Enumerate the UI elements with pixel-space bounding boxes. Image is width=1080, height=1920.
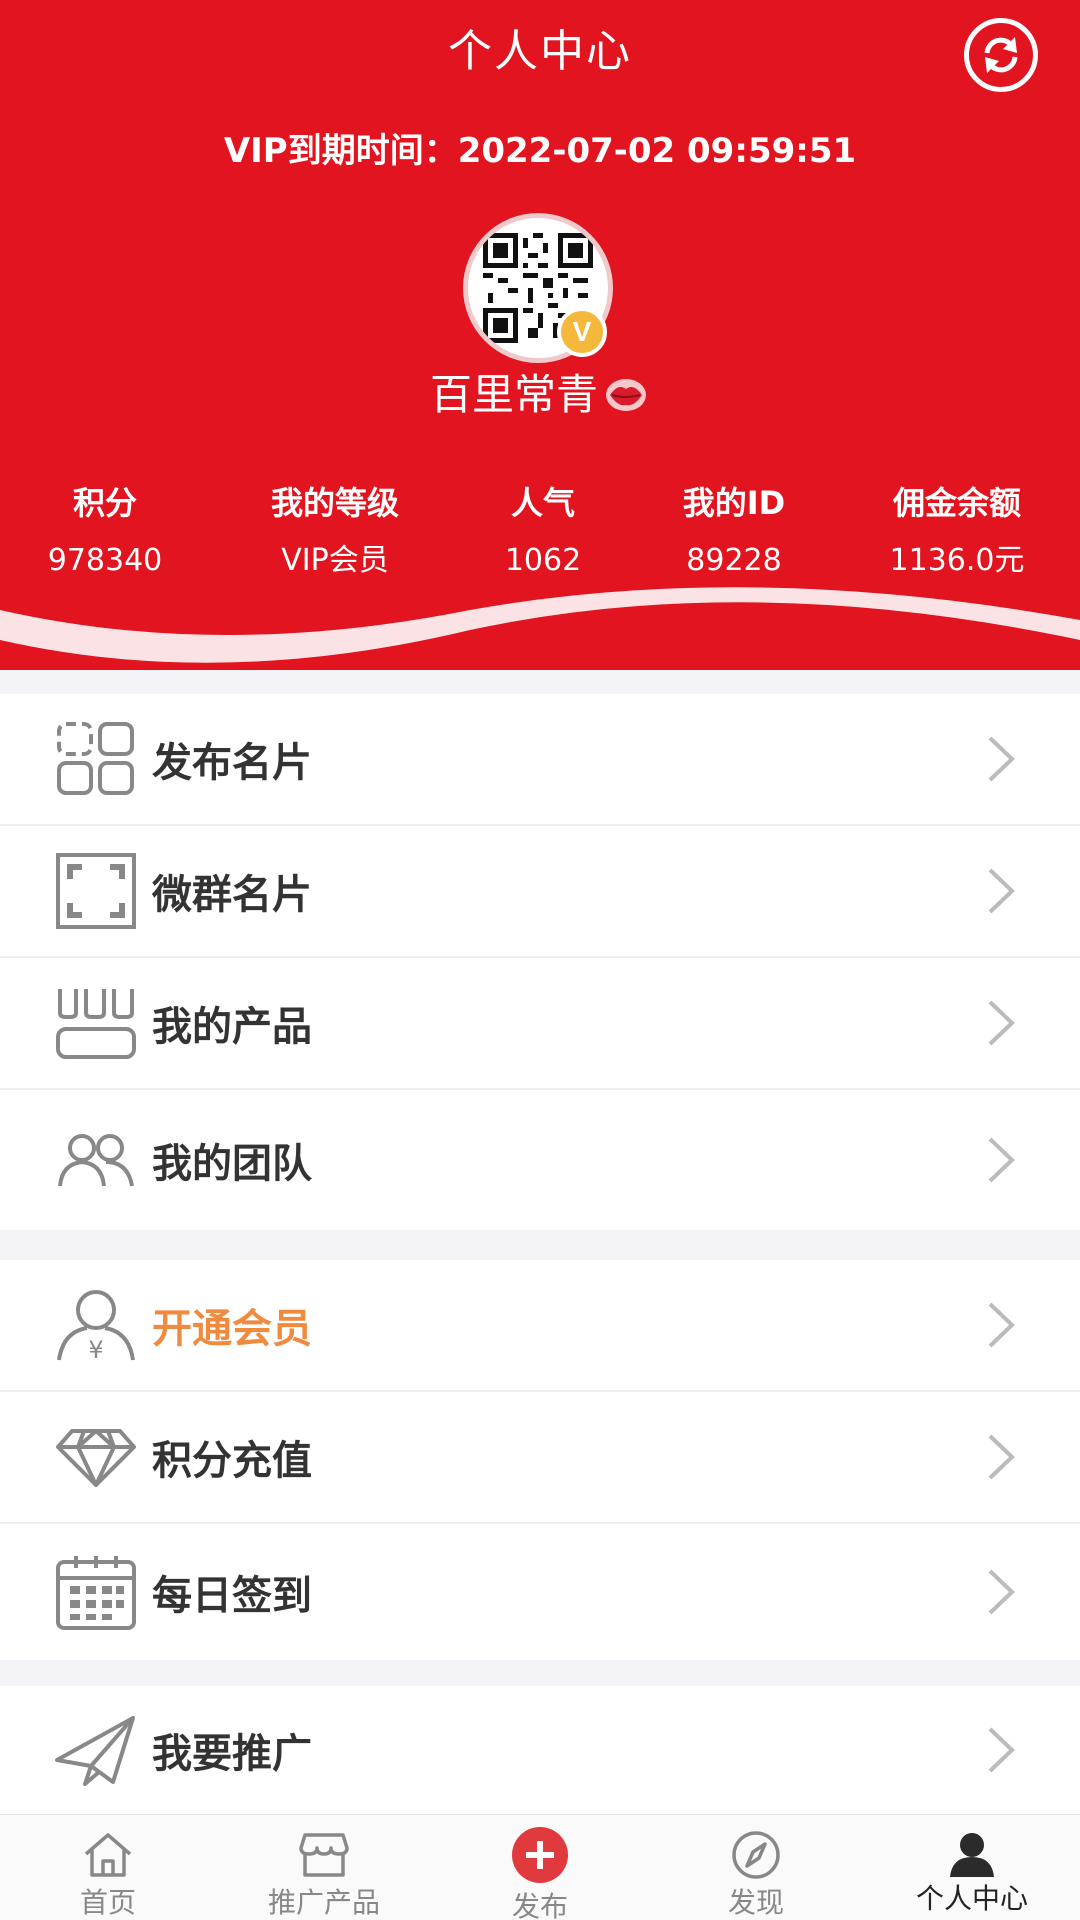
- chevron-right-icon: [988, 1000, 1015, 1046]
- diamond-icon: [54, 1415, 138, 1499]
- menu-item-my-team[interactable]: 我的团队: [0, 1090, 1080, 1230]
- header-wave-decoration: [0, 580, 1080, 663]
- grid-icon: [54, 717, 138, 801]
- scan-frame-icon: [54, 849, 138, 933]
- username: 百里常青: [429, 370, 598, 419]
- menu-item-daily-checkin[interactable]: 每日签到: [0, 1524, 1080, 1660]
- tab-label: 发现: [727, 1886, 784, 1919]
- menu-label: 我要推广: [152, 1731, 312, 1777]
- tab-label: 推广产品: [267, 1886, 380, 1919]
- chevron-right-icon: [988, 1302, 1015, 1348]
- chevron-right-icon: [988, 1434, 1015, 1480]
- menu-label: 积分充值: [152, 1438, 312, 1484]
- stat-popularity[interactable]: 人气 1062: [433, 480, 653, 584]
- chevron-right-icon: [988, 1569, 1015, 1615]
- menu-group-membership: ¥ 开通会员 积分充值 每日签到: [0, 1260, 1080, 1660]
- menu-label: 发布名片: [152, 740, 312, 786]
- compass-icon: [726, 1827, 786, 1883]
- refresh-button[interactable]: [964, 18, 1038, 92]
- page-title: 个人中心: [448, 26, 632, 77]
- stat-label: 人气: [510, 484, 575, 522]
- menu-item-my-products[interactable]: 我的产品: [0, 958, 1080, 1090]
- username-row: 百里常青: [0, 366, 1080, 424]
- menu-label: 微群名片: [152, 872, 312, 918]
- stat-value: 1062: [504, 543, 582, 578]
- calendar-icon: [54, 1550, 138, 1634]
- stat-commission[interactable]: 佣金余额 1136.0元: [847, 480, 1067, 584]
- chevron-right-icon: [988, 736, 1015, 782]
- menu-group-promote: 我要推广: [0, 1686, 1080, 1814]
- paper-plane-icon: [54, 1708, 138, 1792]
- svg-text:¥: ¥: [88, 1336, 103, 1362]
- stat-label: 佣金余额: [892, 484, 1021, 522]
- stat-value: 1136.0元: [889, 543, 1025, 578]
- member-icon: ¥: [54, 1283, 138, 1367]
- stat-value: 89228: [686, 543, 782, 578]
- vip-expiry-text: VIP到期时间：2022-07-02 09:59:51: [223, 131, 857, 171]
- menu-label: 我的团队: [152, 1141, 312, 1187]
- tab-profile[interactable]: 个人中心: [864, 1815, 1080, 1920]
- home-icon: [78, 1827, 138, 1883]
- user-icon: [942, 1827, 1002, 1883]
- stat-value: VIP会员: [281, 543, 389, 578]
- stat-value: 978340: [47, 543, 163, 578]
- stat-points[interactable]: 积分 978340: [0, 480, 215, 584]
- menu-item-points-recharge[interactable]: 积分充值: [0, 1392, 1080, 1524]
- lips-emoji-icon: [606, 379, 646, 411]
- tab-promote-products[interactable]: 推广产品: [216, 1815, 432, 1920]
- tab-publish[interactable]: 发布: [432, 1815, 648, 1920]
- chevron-right-icon: [988, 1137, 1015, 1183]
- menu-item-promote[interactable]: 我要推广: [0, 1686, 1080, 1814]
- menu-group-cards: 发布名片 微群名片 我的产品 我的团队: [0, 694, 1080, 1230]
- tab-label: 个人中心: [915, 1882, 1028, 1915]
- tab-label: 首页: [79, 1886, 136, 1919]
- menu-item-publish-card[interactable]: 发布名片: [0, 694, 1080, 826]
- vip-badge: V: [557, 307, 607, 357]
- chevron-right-icon: [988, 1727, 1015, 1773]
- menu-label: 每日签到: [152, 1573, 312, 1619]
- products-icon: [54, 981, 138, 1065]
- menu-item-group-card[interactable]: 微群名片: [0, 826, 1080, 958]
- stat-id[interactable]: 我的ID 89228: [624, 480, 844, 584]
- stat-label: 我的ID: [682, 484, 786, 522]
- plus-circle-icon: [510, 1827, 570, 1883]
- tab-home[interactable]: 首页: [0, 1815, 216, 1920]
- stat-label: 积分: [72, 484, 137, 522]
- chevron-right-icon: [988, 868, 1015, 914]
- menu-label: 开通会员: [152, 1306, 312, 1352]
- profile-header: 个人中心 VIP到期时间：2022-07-02 09:59:51 V 百里常青 …: [0, 0, 1080, 670]
- refresh-icon: [984, 37, 1018, 73]
- menu-item-open-membership[interactable]: ¥ 开通会员: [0, 1260, 1080, 1392]
- team-icon: [54, 1118, 138, 1202]
- stat-label: 我的等级: [270, 484, 399, 522]
- tab-discover[interactable]: 发现: [648, 1815, 864, 1920]
- stat-level[interactable]: 我的等级 VIP会员: [225, 480, 445, 584]
- tab-label: 发布: [511, 1890, 568, 1920]
- store-icon: [294, 1827, 354, 1883]
- bottom-tab-bar: 首页 推广产品 发布 发现 个人中心: [0, 1814, 1080, 1920]
- menu-label: 我的产品: [152, 1004, 312, 1050]
